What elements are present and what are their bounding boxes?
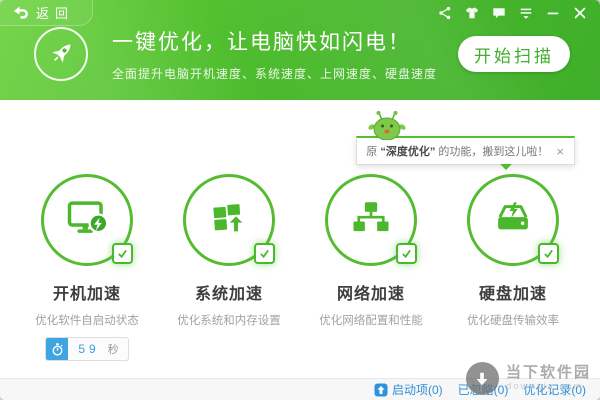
tooltip-close-icon[interactable]: ×	[555, 144, 565, 159]
check-badge-icon	[112, 243, 133, 264]
back-button-label: 返回	[36, 6, 75, 21]
startup-icon	[374, 383, 388, 397]
footer-link-optimize-history[interactable]: 优化记录(0)	[523, 381, 586, 398]
tooltip-pointer	[500, 164, 513, 170]
boot-time-value: 59	[78, 342, 100, 356]
tooltip-text: 原 “深度优化” 的功能，搬到这儿啦！	[366, 146, 549, 158]
card-boot-speedup[interactable]: 开机加速 优化软件自启动状态 59 秒	[21, 174, 153, 361]
main-content: 原 “深度优化” 的功能，搬到这儿啦！ × 开机加速 优化软件自启动状态 59 …	[0, 100, 600, 378]
share-icon[interactable]	[438, 6, 452, 20]
network-icon	[350, 197, 392, 244]
check-badge-icon	[538, 243, 559, 264]
stopwatch-icon	[46, 338, 69, 360]
mascot-icon	[367, 110, 409, 143]
card-subtitle: 优化系统和内存设置	[177, 315, 281, 327]
card-title: 开机加速	[52, 286, 121, 303]
menu-icon[interactable]	[519, 6, 533, 20]
card-system-speedup[interactable]: 系统加速 优化系统和内存设置	[163, 174, 295, 361]
card-subtitle: 优化硬盘传输效率	[467, 315, 559, 327]
card-title: 系统加速	[194, 286, 263, 303]
header-banner: 返回 一键优化，让电脑快如闪电！ 全面提升电脑开机速度、系统速度、上网速度、硬盘…	[0, 0, 600, 100]
footer-bar: 启动项(0) 已忽略(0) 优化记录(0)	[0, 378, 600, 400]
system-speedup-circle	[183, 174, 275, 266]
network-speedup-circle	[325, 174, 417, 266]
card-title: 硬盘加速	[478, 286, 547, 303]
check-badge-icon	[254, 243, 275, 264]
card-title: 网络加速	[336, 286, 405, 303]
start-scan-button[interactable]: 开始扫描	[458, 36, 570, 72]
page-title: 一键优化，让电脑快如闪电！	[112, 31, 411, 54]
footer-link-ignored[interactable]: 已忽略(0)	[458, 381, 509, 398]
check-badge-icon	[396, 243, 417, 264]
card-subtitle: 优化网络配置和性能	[319, 315, 423, 327]
close-icon[interactable]	[573, 6, 587, 20]
footer-link-startup-items[interactable]: 启动项(0)	[374, 381, 443, 398]
monitor-bolt-icon	[66, 197, 109, 244]
card-network-speedup[interactable]: 网络加速 优化网络配置和性能	[305, 174, 437, 361]
disk-bolt-icon	[492, 197, 534, 244]
window-controls	[438, 6, 587, 20]
minimize-icon[interactable]	[546, 6, 560, 20]
page-subtitle: 全面提升电脑开机速度、系统速度、上网速度、硬盘速度	[112, 67, 438, 81]
boot-time-unit: 秒	[107, 344, 119, 356]
disk-speedup-circle	[467, 174, 559, 266]
deep-optimize-tooltip: 原 “深度优化” 的功能，搬到这儿啦！ ×	[356, 110, 575, 170]
back-arrow-icon	[12, 5, 29, 20]
card-subtitle: 优化软件自启动状态	[35, 315, 139, 327]
back-button[interactable]: 返回	[0, 0, 94, 26]
feedback-icon[interactable]	[492, 6, 506, 20]
skin-icon[interactable]	[465, 6, 479, 20]
boot-speedup-circle	[41, 174, 133, 266]
rocket-icon	[34, 27, 88, 81]
tooltip-highlight: “深度优化”	[380, 146, 436, 158]
tiles-up-icon	[208, 197, 250, 244]
title-bar: 返回	[0, 0, 600, 26]
boot-time-badge: 59 秒	[45, 337, 129, 361]
app-window: 返回 一键优化，让电脑快如闪电！ 全面提升电脑开机速度、系统速度、上网速度、硬盘…	[0, 0, 600, 400]
header-text: 一键优化，让电脑快如闪电！ 全面提升电脑开机速度、系统速度、上网速度、硬盘速度	[112, 26, 437, 82]
card-disk-speedup[interactable]: 硬盘加速 优化硬盘传输效率	[447, 174, 579, 361]
